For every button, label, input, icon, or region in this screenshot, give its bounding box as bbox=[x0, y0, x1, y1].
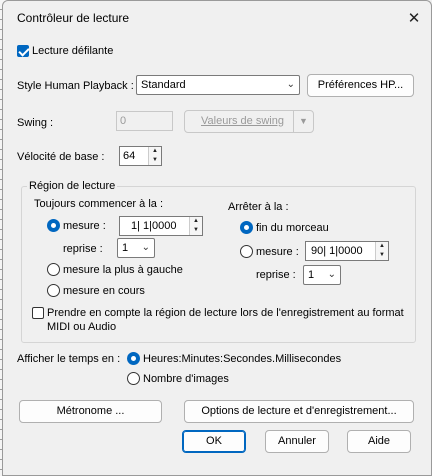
stop-reprise-label: reprise : bbox=[256, 269, 296, 281]
close-icon: ✕ bbox=[407, 10, 421, 27]
time-display-label: Afficher le temps en : bbox=[17, 353, 121, 365]
swing-label: Swing : bbox=[17, 117, 54, 129]
human-playback-value: Standard bbox=[141, 79, 186, 91]
metronome-button[interactable]: Métronome ... bbox=[19, 400, 162, 423]
spin-down-icon[interactable]: ▼ bbox=[149, 156, 161, 165]
spin-down-icon[interactable]: ▼ bbox=[376, 251, 388, 260]
stop-measure-radio[interactable] bbox=[240, 245, 253, 258]
stop-measure-label: mesure : bbox=[256, 246, 299, 258]
hp-preferences-button[interactable]: Préférences HP... bbox=[307, 74, 414, 97]
start-reprise-select[interactable]: 1 ⌄ bbox=[117, 238, 155, 258]
close-button[interactable]: ✕ bbox=[399, 4, 429, 32]
chevron-down-icon: ⌄ bbox=[141, 242, 150, 253]
velocity-spinner[interactable]: ▲ ▼ bbox=[148, 147, 161, 165]
time-hms-radio[interactable] bbox=[127, 352, 140, 365]
chevron-down-icon: ⌄ bbox=[327, 269, 336, 280]
leftmost-measure-radio[interactable] bbox=[47, 263, 60, 276]
chevron-down-icon: ⌄ bbox=[286, 79, 295, 90]
time-frames-label: Nombre d'images bbox=[143, 373, 229, 385]
velocity-field[interactable]: 64 ▲ ▼ bbox=[119, 146, 162, 166]
cancel-button[interactable]: Annuler bbox=[265, 430, 329, 453]
start-reprise-label: reprise : bbox=[63, 243, 103, 255]
always-start-label: Toujours commencer à la : bbox=[34, 198, 163, 210]
stop-measure-spinner[interactable]: ▲ ▼ bbox=[375, 242, 388, 260]
stop-at-label: Arrêter à la : bbox=[228, 201, 289, 213]
start-measure-label: mesure : bbox=[63, 220, 106, 232]
stop-reprise-value: 1 bbox=[308, 269, 315, 281]
scrolling-checkbox[interactable] bbox=[17, 45, 29, 57]
start-reprise-value: 1 bbox=[122, 242, 129, 254]
scrolling-label: Lecture défilante bbox=[32, 45, 114, 57]
time-hms-label: Heures:Minutes:Secondes.Millisecondes bbox=[143, 353, 342, 365]
spin-up-icon[interactable]: ▲ bbox=[376, 242, 388, 251]
start-measure-value: 1| 1|0000 bbox=[131, 220, 177, 232]
time-frames-radio[interactable] bbox=[127, 372, 140, 385]
stop-measure-field[interactable]: 90| 1|0000 ▲ ▼ bbox=[305, 241, 389, 261]
human-playback-select[interactable]: Standard ⌄ bbox=[136, 75, 300, 95]
swing-values-label: Valeurs de swing bbox=[201, 115, 284, 127]
spin-up-icon[interactable]: ▲ bbox=[190, 217, 202, 226]
stop-reprise-select[interactable]: 1 ⌄ bbox=[303, 265, 341, 285]
start-measure-radio[interactable] bbox=[47, 219, 60, 232]
leftmost-measure-label: mesure la plus à gauche bbox=[63, 264, 183, 276]
spin-down-icon[interactable]: ▼ bbox=[190, 226, 202, 235]
ok-button[interactable]: OK bbox=[182, 430, 246, 453]
start-measure-spinner[interactable]: ▲ ▼ bbox=[189, 217, 202, 235]
playback-controller-dialog: Contrôleur de lecture ✕ Lecture défilant… bbox=[2, 0, 432, 476]
start-measure-field[interactable]: 1| 1|0000 ▲ ▼ bbox=[119, 216, 203, 236]
dropdown-arrow-icon: ▼ bbox=[299, 116, 308, 126]
human-playback-label: Style Human Playback : bbox=[17, 80, 134, 92]
playback-region-title: Région de lecture bbox=[27, 180, 118, 192]
velocity-value: 64 bbox=[123, 150, 136, 162]
spin-up-icon[interactable]: ▲ bbox=[149, 147, 161, 156]
velocity-label: Vélocité de base : bbox=[17, 151, 105, 163]
end-of-piece-radio[interactable] bbox=[240, 221, 253, 234]
title-bar: Contrôleur de lecture ✕ bbox=[3, 1, 431, 35]
record-region-label: Prendre en compte la région de lecture l… bbox=[47, 307, 404, 333]
swing-values-button[interactable]: Valeurs de swing ▼ bbox=[184, 110, 314, 133]
end-of-piece-label: fin du morceau bbox=[256, 222, 329, 234]
dialog-title: Contrôleur de lecture bbox=[17, 11, 130, 25]
current-measure-radio[interactable] bbox=[47, 284, 60, 297]
split-divider bbox=[293, 111, 294, 132]
current-measure-label: mesure en cours bbox=[63, 285, 145, 297]
stop-measure-value: 90| 1|0000 bbox=[311, 245, 363, 257]
playback-options-button[interactable]: Options de lecture et d'enregistrement..… bbox=[184, 400, 414, 423]
record-region-checkbox[interactable] bbox=[32, 307, 44, 319]
swing-field[interactable]: 0 bbox=[116, 111, 173, 131]
help-button[interactable]: Aide bbox=[347, 430, 411, 453]
